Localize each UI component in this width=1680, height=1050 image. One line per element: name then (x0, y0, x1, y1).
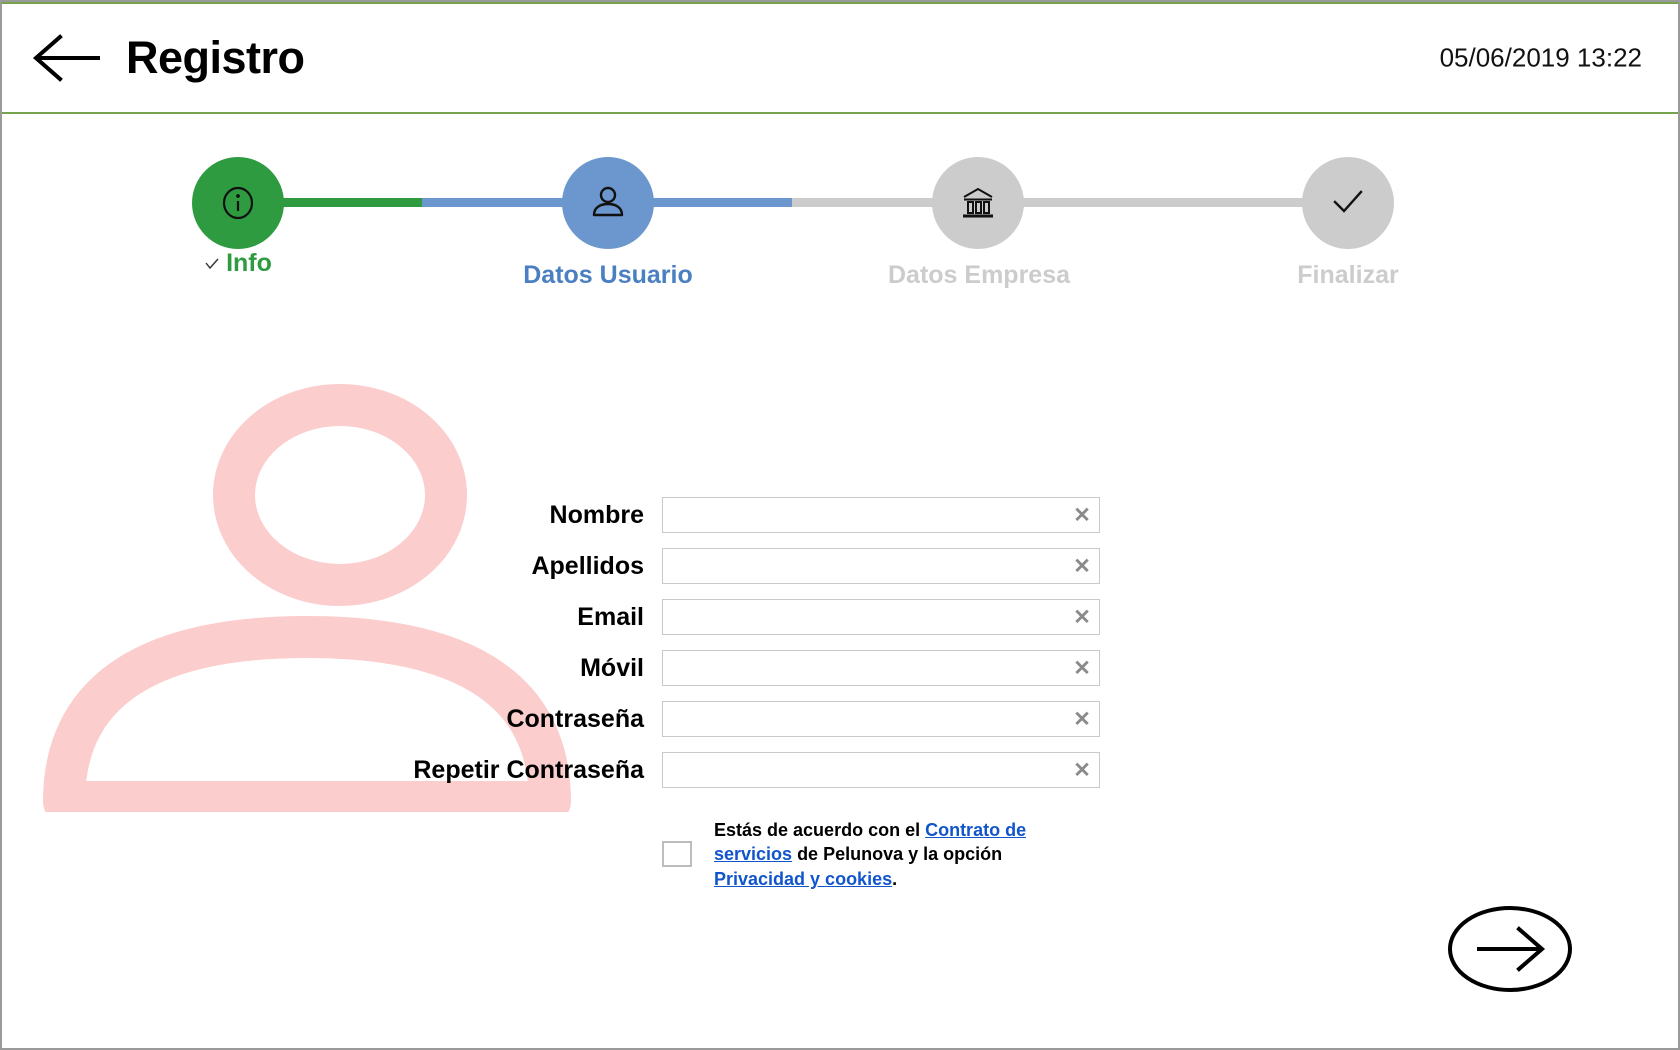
step-datos-empresa-circle[interactable] (932, 157, 1024, 249)
connector-usuario-to-empresa (617, 198, 967, 207)
user-data-form: Nombre ✕ Apellidos ✕ Email ✕ Móvil ✕ Con… (2, 497, 1678, 891)
form-row-movil: Móvil ✕ (2, 650, 1678, 686)
step-datos-usuario-label: Datos Usuario (523, 261, 693, 289)
field-wrap-contrasena: ✕ (662, 701, 1100, 737)
field-wrap-nombre: ✕ (662, 497, 1100, 533)
field-wrap-apellidos: ✕ (662, 548, 1100, 584)
clear-x-icon-movil[interactable]: ✕ (1072, 658, 1092, 679)
field-wrap-email: ✕ (662, 599, 1100, 635)
step-datos-empresa[interactable]: Datos Empresa (888, 157, 1071, 290)
step-info-completed-check (204, 256, 220, 272)
input-contrasena[interactable] (662, 701, 1100, 737)
app-header: Registro 05/06/2019 13:22 (2, 2, 1678, 114)
input-apellidos[interactable] (662, 548, 1100, 584)
header-datetime: 05/06/2019 13:22 (1439, 42, 1642, 73)
clear-x-icon-nombre[interactable]: ✕ (1072, 505, 1092, 526)
input-repetir-contrasena[interactable] (662, 752, 1100, 788)
step-finalizar-label: Finalizar (1297, 261, 1399, 289)
clear-x-icon-repetir-contrasena[interactable]: ✕ (1072, 760, 1092, 781)
info-icon (222, 186, 254, 220)
arrow-left-icon (32, 34, 100, 82)
person-icon (592, 186, 624, 217)
label-nombre: Nombre (549, 500, 644, 529)
step-datos-empresa-label: Datos Empresa (888, 261, 1071, 289)
next-step-button[interactable] (1447, 905, 1573, 993)
registration-window: Registro 05/06/2019 13:22 Info Datos Usu… (0, 0, 1680, 1050)
terms-agreement-row: Estás de acuerdo con el Contrato de serv… (2, 818, 1678, 891)
label-email: Email (577, 602, 644, 631)
terms-text-part2: de Pelunova y la opción (792, 844, 1003, 865)
registration-stepper: Info Datos Usuario Datos Empresa Finaliz… (2, 157, 1678, 307)
link-privacidad-y-cookies[interactable]: Privacidad y cookies (714, 869, 892, 889)
clear-x-icon-contrasena[interactable]: ✕ (1072, 709, 1092, 730)
input-nombre[interactable] (662, 497, 1100, 533)
form-row-contrasena: Contraseña ✕ (2, 701, 1678, 737)
form-row-repetir-contrasena: Repetir Contraseña ✕ (2, 752, 1678, 788)
arrow-right-circle-icon (1448, 906, 1572, 992)
form-row-email: Email ✕ (2, 599, 1678, 635)
label-movil: Móvil (580, 653, 644, 682)
clear-x-icon-apellidos[interactable]: ✕ (1072, 556, 1092, 577)
bank-icon (963, 187, 993, 218)
step-info-label: Info (226, 249, 272, 277)
terms-text: Estás de acuerdo con el Contrato de serv… (714, 818, 1094, 891)
step-info[interactable]: Info (148, 157, 328, 278)
field-wrap-movil: ✕ (662, 650, 1100, 686)
input-movil[interactable] (662, 650, 1100, 686)
form-row-nombre: Nombre ✕ (2, 497, 1678, 533)
step-finalizar-circle[interactable] (1302, 157, 1394, 249)
connector-info-to-usuario (247, 198, 597, 207)
terms-checkbox[interactable] (662, 841, 692, 868)
label-contrasena: Contraseña (506, 704, 644, 733)
step-datos-usuario-circle[interactable] (562, 157, 654, 249)
page-title: Registro (126, 32, 305, 83)
form-row-apellidos: Apellidos ✕ (2, 548, 1678, 584)
input-email[interactable] (662, 599, 1100, 635)
connector-empresa-to-finalizar (987, 198, 1347, 207)
step-info-circle[interactable] (192, 157, 284, 249)
back-button[interactable] (30, 29, 102, 87)
label-repetir-contrasena: Repetir Contraseña (413, 755, 644, 784)
step-datos-usuario[interactable]: Datos Usuario (518, 157, 698, 290)
step-finalizar[interactable]: Finalizar (1258, 157, 1438, 290)
terms-text-part1: Estás de acuerdo con el (714, 820, 926, 840)
label-apellidos: Apellidos (531, 551, 644, 580)
clear-x-icon-email[interactable]: ✕ (1072, 607, 1092, 628)
terms-text-part3: . (892, 868, 898, 889)
check-icon (1333, 190, 1363, 213)
field-wrap-repetir-contrasena: ✕ (662, 752, 1100, 788)
